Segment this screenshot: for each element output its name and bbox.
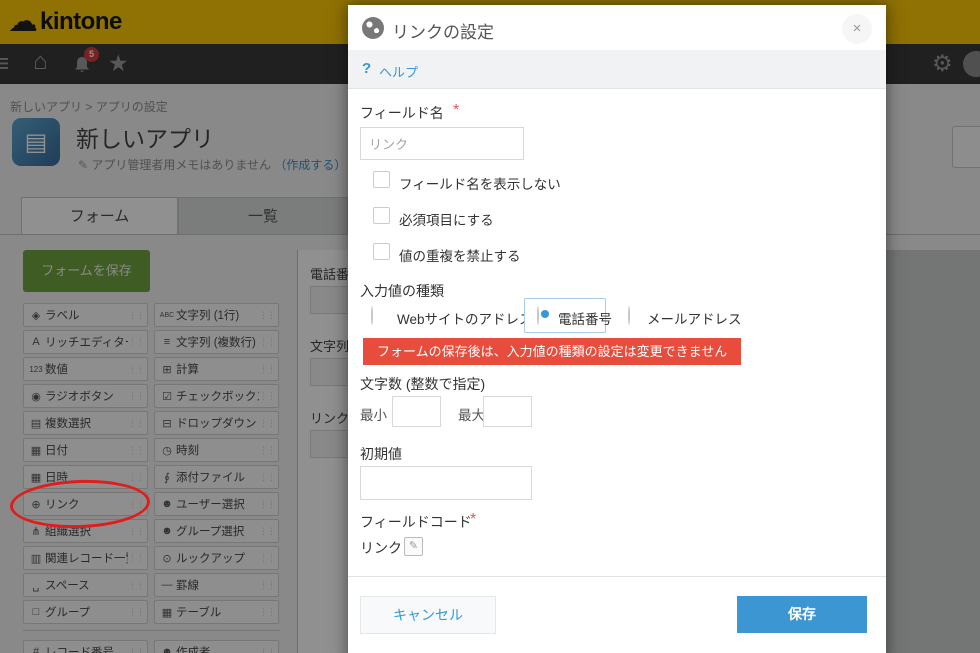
warning-banner: フォームの保存後は、入力値の種類の設定は変更できません bbox=[363, 338, 741, 365]
hide-field-name-label: フィールド名を表示しない bbox=[399, 173, 561, 193]
input-type-label: 入力値の種類 bbox=[360, 281, 444, 301]
radio-web-address-label: Webサイトのアドレス bbox=[397, 308, 533, 328]
max-chars-input[interactable] bbox=[483, 396, 532, 427]
char-count-label: 文字数 (整数で指定) bbox=[360, 374, 485, 394]
required-field-checkbox[interactable] bbox=[373, 207, 390, 224]
help-bar: ? ヘルプ bbox=[348, 50, 886, 89]
field-name-input[interactable] bbox=[360, 127, 524, 160]
field-code-value: リンク bbox=[360, 538, 402, 558]
field-code-label: フィールドコード bbox=[360, 512, 472, 532]
radio-phone-number-label: 電話番号 bbox=[558, 308, 612, 328]
link-settings-dialog: リンクの設定 × ? ヘルプ フィールド名 * フィールド名を表示しない 必須項… bbox=[348, 5, 886, 653]
required-field-label: 必須項目にする bbox=[399, 209, 494, 229]
required-asterisk: * bbox=[470, 511, 476, 529]
screen: ☁ kintone ≡ ⌂ 5 ★ ⚙ 新しいアプリ > アプリの設定 ▤ 新し… bbox=[0, 0, 980, 653]
default-value-label: 初期値 bbox=[360, 444, 402, 464]
min-chars-input[interactable] bbox=[392, 396, 441, 427]
cancel-button[interactable]: キャンセル bbox=[360, 596, 496, 634]
help-question-icon: ? bbox=[362, 60, 371, 77]
min-label: 最小 bbox=[360, 404, 387, 424]
close-icon[interactable]: × bbox=[842, 14, 872, 44]
radio-email-address-label: メールアドレス bbox=[647, 308, 742, 328]
required-asterisk: * bbox=[453, 102, 459, 120]
edit-field-code-icon[interactable]: ✎ bbox=[404, 537, 423, 556]
hide-field-name-checkbox[interactable] bbox=[373, 171, 390, 188]
footer-divider bbox=[348, 576, 886, 577]
default-value-input[interactable] bbox=[360, 466, 532, 500]
radio-email-address[interactable] bbox=[628, 306, 630, 325]
prohibit-duplicate-checkbox[interactable] bbox=[373, 243, 390, 260]
link-globe-icon bbox=[362, 17, 384, 39]
field-name-label: フィールド名 bbox=[360, 103, 444, 123]
save-button[interactable]: 保存 bbox=[737, 596, 867, 633]
radio-web-address[interactable] bbox=[371, 306, 373, 325]
radio-phone-number[interactable] bbox=[537, 306, 539, 325]
prohibit-duplicate-label: 値の重複を禁止する bbox=[399, 245, 521, 265]
help-link[interactable]: ヘルプ bbox=[379, 62, 418, 81]
max-label: 最大 bbox=[458, 404, 485, 424]
dialog-title: リンクの設定 bbox=[392, 18, 494, 43]
